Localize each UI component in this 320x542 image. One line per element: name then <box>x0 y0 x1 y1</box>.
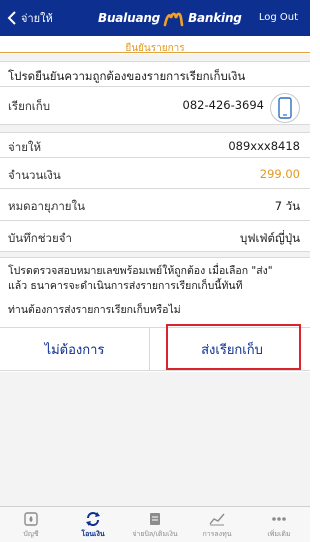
logo-m-icon <box>163 12 184 27</box>
memo-value: บุฟเฟ่ต์ญี่ปุ่น <box>240 231 300 245</box>
tab-bill[interactable]: จ่ายบิล/เติมเงิน <box>124 507 186 542</box>
back-button[interactable]: จ่ายให้ <box>6 8 53 28</box>
tab-label: บัญชี <box>23 530 39 538</box>
logo-word-bualuang: Bualuang <box>98 11 161 25</box>
tab-more[interactable]: เพิ่มเติม <box>248 507 310 542</box>
memo-row: บันทึกช่วยจำ บุฟเฟ่ต์ญี่ปุ่น <box>0 221 310 252</box>
tab-label: การลงทุน <box>202 530 232 538</box>
account-icon <box>24 512 38 526</box>
spacer-band <box>0 54 310 62</box>
cancel-button[interactable]: ไม่ต้องการ <box>0 328 150 371</box>
spacer-band <box>0 125 310 133</box>
app-logo: Bualuang Banking <box>98 8 242 28</box>
spacer-band <box>0 252 310 258</box>
empty-area <box>0 372 310 506</box>
app-header: จ่ายให้ Bualuang Banking Log Out <box>0 0 310 36</box>
request-from-row: เรียกเก็บ 082-426-3694 <box>0 87 310 125</box>
tab-label: เพิ่มเติม <box>267 530 291 538</box>
expiry-value: 7 วัน <box>274 199 300 213</box>
tab-account[interactable]: บัญชี <box>0 507 62 542</box>
page-subtitle: ยืนยันรายการ <box>125 43 185 54</box>
investment-icon <box>209 513 225 526</box>
logo-word-banking: Banking <box>188 11 242 25</box>
expiry-label: หมดอายุภายใน <box>8 199 85 213</box>
amount-label: จำนวนเงิน <box>8 168 61 182</box>
notice-text: โปรดตรวจสอบหมายเลขพร้อมเพย์ให้ถูกต้อง เม… <box>8 264 302 294</box>
chevron-left-icon <box>7 11 16 25</box>
phone-icon <box>270 93 300 123</box>
tab-investment[interactable]: การลงทุน <box>186 507 248 542</box>
tab-label: โอนเงิน <box>81 530 105 538</box>
pay-to-row: จ่ายให้ 089xxx8418 <box>0 133 310 158</box>
logout-button[interactable]: Log Out <box>259 12 298 23</box>
memo-label: บันทึกช่วยจำ <box>8 231 72 245</box>
amount-row: จำนวนเงิน 299.00 <box>0 158 310 189</box>
page-subtitle-bar: ยืนยันรายการ <box>0 36 310 54</box>
confirm-message-row: โปรดยืนยันความถูกต้องของรายการเรียกเก็บเ… <box>0 62 310 87</box>
expiry-row: หมดอายุภายใน 7 วัน <box>0 189 310 221</box>
notice-line-1: โปรดตรวจสอบหมายเลขพร้อมเพย์ให้ถูกต้อง เม… <box>8 265 273 277</box>
request-from-label: เรียกเก็บ <box>8 99 51 113</box>
pay-to-label: จ่ายให้ <box>8 140 42 154</box>
request-from-value: 082-426-3694 <box>182 98 264 112</box>
tab-transfer[interactable]: โอนเงิน <box>62 507 124 542</box>
amount-value: 299.00 <box>259 167 300 181</box>
action-buttons: ไม่ต้องการ ส่งเรียกเก็บ <box>0 327 310 371</box>
bottom-tab-bar: บัญชี โอนเงิน จ่ายบิล/เติมเงิน การลงทุน <box>0 506 310 542</box>
bill-icon <box>150 513 160 525</box>
more-icon <box>272 517 286 521</box>
pay-to-value: 089xxx8418 <box>228 139 300 153</box>
tab-label: จ่ายบิล/เติมเงิน <box>132 530 178 538</box>
notice-line-2: แล้ว ธนาคารจะดำเนินการส่งรายการเรียกเก็บ… <box>8 280 243 292</box>
confirm-message: โปรดยืนยันความถูกต้องของรายการเรียกเก็บเ… <box>8 69 246 83</box>
transfer-icon <box>86 512 100 526</box>
notice-question: ท่านต้องการส่งรายการเรียกเก็บหรือไม่ <box>8 304 181 316</box>
back-label: จ่ายให้ <box>21 12 53 25</box>
submit-request-button[interactable]: ส่งเรียกเก็บ <box>166 328 298 371</box>
mobile-phone-icon <box>278 97 292 119</box>
